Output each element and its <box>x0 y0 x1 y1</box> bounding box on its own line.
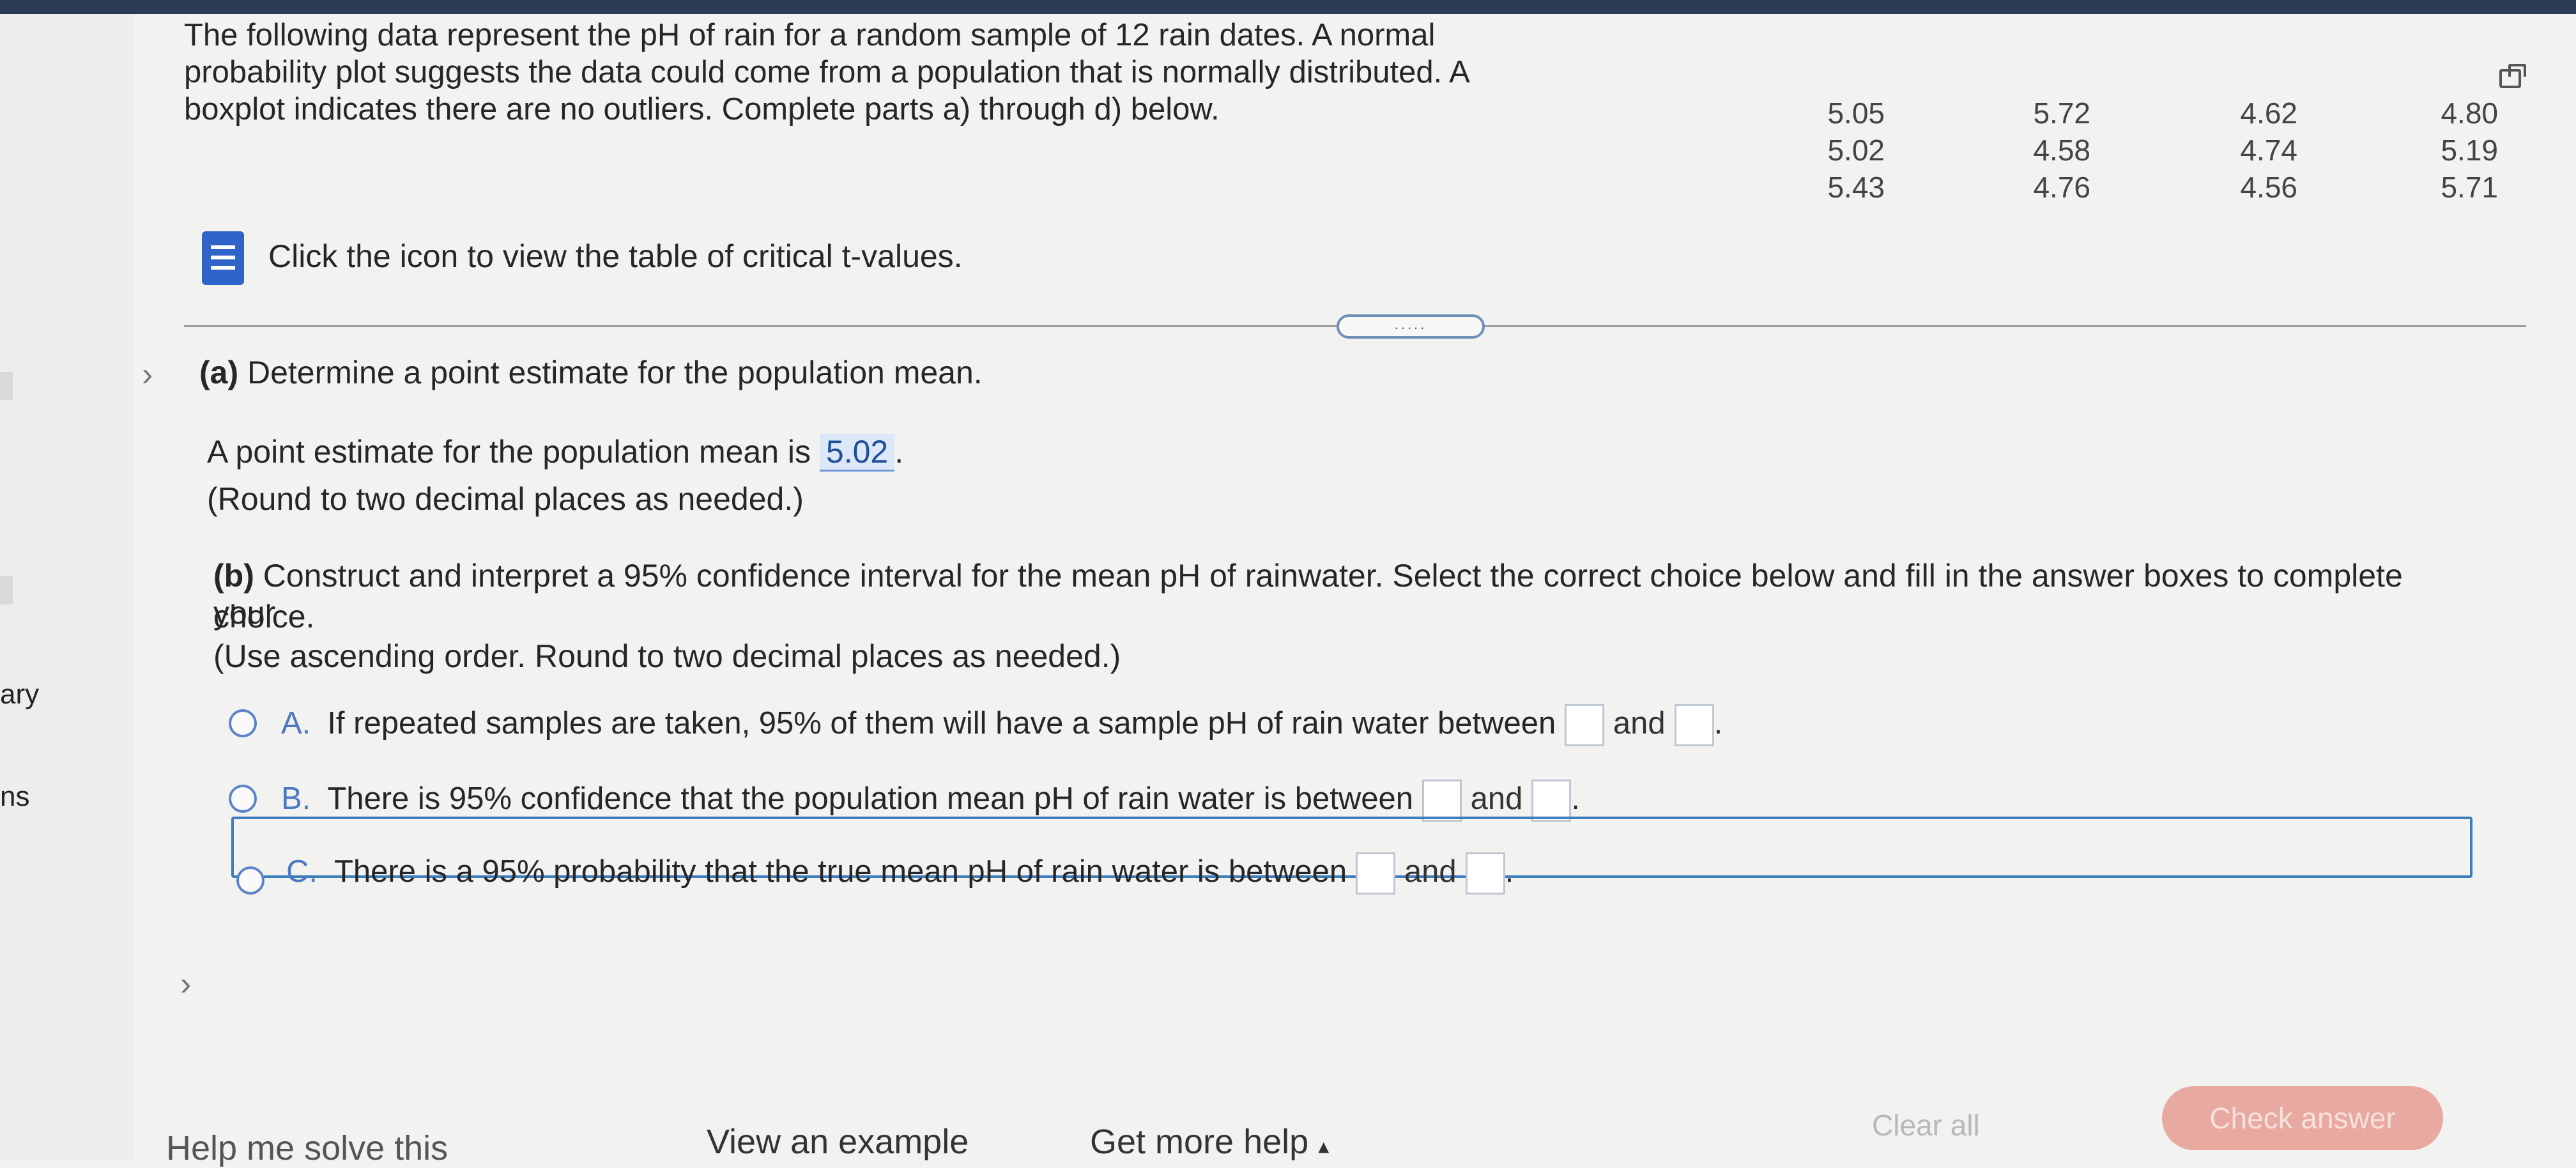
data-column: 5.05 5.02 5.43 <box>1795 95 1885 206</box>
part-b-heading-cont: choice. <box>213 599 315 634</box>
upper-bound-input[interactable] <box>1531 780 1572 822</box>
sidebar-item-label[interactable]: ary <box>0 679 39 711</box>
check-answer-button[interactable]: Check answer <box>2162 1086 2443 1150</box>
upper-bound-input[interactable] <box>1465 852 1505 895</box>
left-sidebar: ary ns <box>0 14 134 1160</box>
get-more-help-link[interactable]: Get more help ▴ <box>1090 1122 1329 1162</box>
data-cell: 4.56 <box>2240 171 2297 204</box>
data-cell: 4.76 <box>2033 171 2090 204</box>
chevron-right-icon[interactable]: › <box>142 355 153 394</box>
option-text: If repeated samples are taken, 95% of th… <box>327 705 1556 741</box>
sidebar-marker <box>0 372 13 400</box>
part-a-answer-line: A point estimate for the population mean… <box>207 433 904 472</box>
option-b[interactable]: B. There is 95% confidence that the popul… <box>281 780 1580 822</box>
option-text: There is 95% confidence that the populat… <box>327 781 1413 816</box>
lower-bound-input[interactable] <box>1422 780 1462 822</box>
part-a-label: (a) <box>199 355 239 390</box>
and-label: and <box>1613 705 1666 741</box>
help-me-solve-link[interactable]: Help me solve this <box>166 1128 448 1168</box>
part-a-heading: (a) Determine a point estimate for the p… <box>199 354 983 391</box>
data-cell: 4.58 <box>2033 134 2090 167</box>
part-b-heading: (b) Construct and interpret a 95% confid… <box>213 557 2450 631</box>
caret-up-icon: ▴ <box>1318 1134 1330 1158</box>
option-c[interactable]: C. There is a 95% probability that the tr… <box>286 852 1514 895</box>
sidebar-item-label[interactable]: ns <box>0 781 29 813</box>
part-b-note: (Use ascending order. Round to two decim… <box>213 638 1121 674</box>
problem-statement: The following data represent the pH of r… <box>184 17 1590 128</box>
point-estimate-answer[interactable]: 5.02 <box>819 434 895 472</box>
problem-line: The following data represent the pH of r… <box>184 18 1436 52</box>
and-label: and <box>1404 854 1457 889</box>
data-column: 5.72 4.58 4.76 <box>2001 95 2090 206</box>
part-b-text: Construct and interpret a 95% confidence… <box>213 558 2403 631</box>
option-letter: A. <box>281 705 311 741</box>
data-cell: 5.05 <box>1827 96 1885 130</box>
data-cell: 5.71 <box>2441 171 2498 204</box>
option-b-radio[interactable] <box>229 785 257 813</box>
data-cell: 5.43 <box>1827 171 1885 204</box>
data-cell: 5.19 <box>2441 134 2498 167</box>
critical-values-link[interactable]: Click the icon to view the table of crit… <box>268 238 963 275</box>
option-end: . <box>1713 705 1723 741</box>
table-icon[interactable] <box>202 231 244 285</box>
option-a-radio[interactable] <box>229 709 257 737</box>
option-c-radio[interactable] <box>236 866 264 895</box>
data-column: 4.62 4.74 4.56 <box>2208 95 2297 206</box>
resize-handle[interactable]: ..... <box>1337 314 1485 339</box>
data-cell: 5.02 <box>1827 134 1885 167</box>
data-cell: 4.80 <box>2441 96 2498 130</box>
option-letter: C. <box>286 854 318 889</box>
data-cell: 4.62 <box>2240 96 2297 130</box>
option-end: . <box>1571 781 1580 816</box>
option-text: There is a 95% probability that the true… <box>334 854 1347 889</box>
lower-bound-input[interactable] <box>1355 852 1395 895</box>
answer-suffix: . <box>894 434 904 470</box>
data-column: 4.80 5.19 5.71 <box>2409 95 2498 206</box>
view-example-link[interactable]: View an example <box>707 1122 969 1162</box>
clear-all-button[interactable]: Clear all <box>1872 1108 1980 1142</box>
data-cell: 5.72 <box>2033 96 2090 130</box>
answer-prefix: A point estimate for the population mean… <box>207 434 820 470</box>
option-letter: B. <box>281 781 311 816</box>
lower-bound-input[interactable] <box>1564 704 1604 746</box>
chevron-right-icon[interactable]: › <box>180 965 191 1003</box>
problem-line: probability plot suggests the data could… <box>184 55 1470 89</box>
upper-bound-input[interactable] <box>1674 704 1714 746</box>
sidebar-marker <box>0 576 13 604</box>
part-b-label: (b) <box>213 558 254 594</box>
top-bar <box>0 0 2576 14</box>
problem-line: boxplot indicates there are no outliers.… <box>184 92 1220 127</box>
part-a-note: (Round to two decimal places as needed.) <box>207 481 804 517</box>
data-cell: 4.74 <box>2240 134 2297 167</box>
part-a-text: Determine a point estimate for the popul… <box>238 355 983 390</box>
option-end: . <box>1505 854 1514 889</box>
copy-icon[interactable] <box>2499 64 2526 88</box>
option-a[interactable]: A. If repeated samples are taken, 95% of … <box>281 704 1722 746</box>
get-more-help-label: Get more help <box>1090 1123 1309 1161</box>
and-label: and <box>1470 781 1523 816</box>
